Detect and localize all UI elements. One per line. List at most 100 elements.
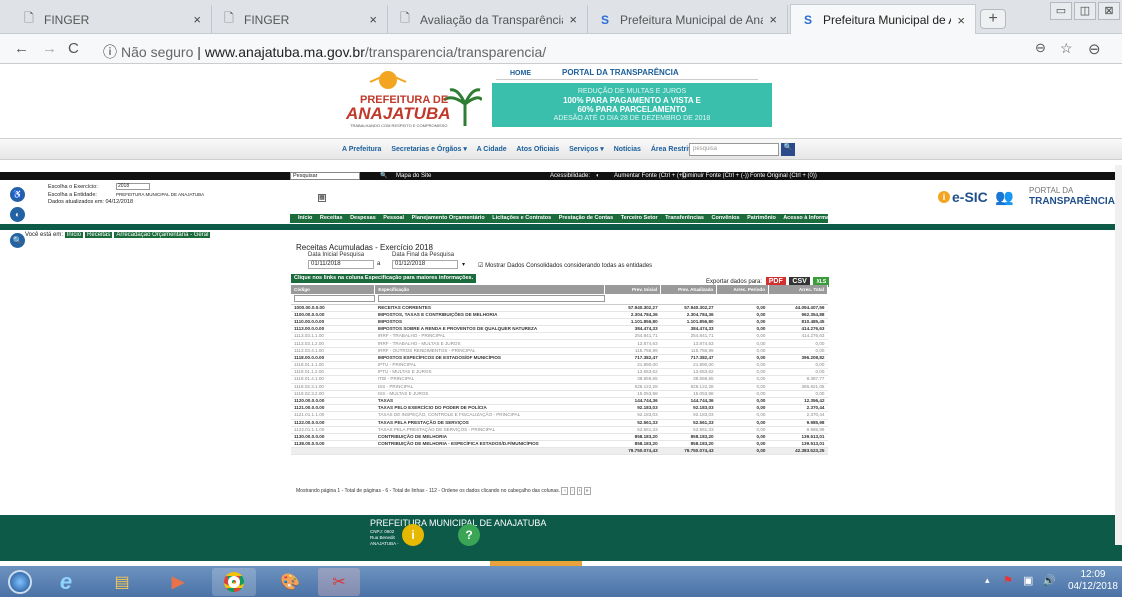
snipping-tool-icon[interactable]: ✂ bbox=[318, 568, 360, 596]
url-field[interactable]: ⓘ Não seguro | www.anajatuba.ma.gov.br/tr… bbox=[103, 42, 546, 62]
chrome-icon[interactable] bbox=[212, 568, 256, 596]
menu-item-prefeitura[interactable]: A Prefeitura bbox=[342, 146, 381, 153]
browser-tab-active[interactable]: SPrefeitura Municipal de Anajatu× bbox=[790, 4, 976, 35]
site-logo[interactable]: PREFEITURA DE ANAJATUBA TRABALHANDO COM … bbox=[340, 68, 484, 134]
cell-especificacao[interactable]: TAXAS PELO EXERCÍCIO DO PODER DE POLÍCIA bbox=[374, 404, 605, 413]
table-row[interactable]: 1122.01.1.1.00 TAXAS PELA PRESTAÇÃO DE SE… bbox=[291, 426, 828, 434]
help-icon[interactable]: ? bbox=[458, 524, 480, 546]
menu-item-atos[interactable]: Atos Oficiais bbox=[516, 146, 559, 153]
internet-explorer-icon[interactable]: e bbox=[44, 568, 88, 596]
paint-icon[interactable]: 🎨 bbox=[268, 568, 312, 596]
promo-banner[interactable]: REDUÇÃO DE MULTAS E JUROS 100% PARA PAGA… bbox=[492, 83, 772, 127]
cell-especificacao[interactable]: RECEITAS CORRENTES bbox=[374, 304, 605, 312]
table-row[interactable]: 1000.00.0.0.00 RECEITAS CORRENTES 57.940.3… bbox=[291, 304, 828, 312]
media-player-icon[interactable]: ▶ bbox=[156, 568, 200, 596]
close-icon[interactable]: × bbox=[769, 12, 777, 27]
contrast-toggle-icon[interactable]: ◐ bbox=[10, 207, 25, 222]
site-map-link[interactable]: Mapa do Site bbox=[396, 172, 431, 180]
cell-especificacao[interactable]: IRRF - TRABALHO - PRINCIPAL bbox=[374, 332, 605, 341]
table-row[interactable]: 1113.03.4.1.00 IRRF - OUTROS RENDIMENTOS … bbox=[291, 347, 828, 355]
date-end-input[interactable]: 01/12/2018 bbox=[392, 260, 458, 269]
info-icon[interactable]: ⓘ bbox=[103, 44, 117, 60]
reload-icon[interactable]: C bbox=[68, 40, 79, 57]
contrast-icon[interactable]: ◐ bbox=[596, 172, 600, 180]
table-row[interactable]: 1113.03.1.2.00 IRRF - TRABALHO - MULTAS E… bbox=[291, 339, 828, 348]
exercise-select[interactable]: 2018 bbox=[116, 183, 150, 190]
menu-item-noticias[interactable]: Notícias bbox=[614, 146, 641, 153]
forward-arrow-icon[interactable]: → bbox=[42, 40, 57, 57]
menu-pessoal[interactable]: Pessoal bbox=[383, 215, 404, 221]
system-clock[interactable]: 12:09 04/12/2018 bbox=[1068, 569, 1118, 593]
page-scrollbar[interactable] bbox=[1115, 165, 1122, 545]
home-link[interactable]: HOME bbox=[510, 70, 531, 77]
breadcrumb-receitas[interactable]: Receitas bbox=[85, 232, 113, 238]
cell-especificacao[interactable]: CONTRIBUIÇÃO DE MELHORIA bbox=[374, 433, 605, 442]
column-header-arrec-periodo[interactable]: Arrec. Período bbox=[716, 285, 769, 294]
column-header-arrec-total[interactable]: Arrec. Total bbox=[768, 285, 828, 294]
menu-item-cidade[interactable]: A Cidade bbox=[477, 146, 507, 153]
menu-planejamento[interactable]: Planejamento Orçamentário bbox=[412, 215, 485, 221]
table-row[interactable]: 1122.00.0.0.00 TAXAS PELA PRESTAÇÃO DE SE… bbox=[291, 419, 828, 427]
table-row[interactable]: 1110.00.0.0.00 IMPOSTOS 1.101.856,80 1.101.… bbox=[291, 318, 828, 327]
grid-icon[interactable]: ▦ bbox=[318, 194, 326, 202]
info-icon[interactable]: i bbox=[402, 524, 424, 546]
cell-especificacao[interactable]: TAXAS DE INSPEÇÃO, CONTROLE E FISCALIZAÇ… bbox=[374, 411, 605, 420]
column-header-prev-atualizada[interactable]: Prev. Atualizada bbox=[660, 285, 718, 294]
browser-tab[interactable]: 🗋Avaliação da Transparência dos× bbox=[388, 5, 588, 34]
menu-receitas[interactable]: Receitas bbox=[320, 215, 343, 221]
close-icon[interactable]: × bbox=[369, 12, 377, 27]
browser-tab[interactable]: 🗋 FINGER × bbox=[12, 5, 212, 34]
pager-last-button[interactable]: » bbox=[583, 487, 591, 495]
menu-terceiro-setor[interactable]: Terceiro Setor bbox=[621, 215, 658, 221]
entity-select[interactable]: PREFEITURA MUNICIPAL DE ANAJATUBA bbox=[116, 192, 204, 197]
file-explorer-icon[interactable]: ▤ bbox=[100, 568, 144, 596]
date-start-input[interactable]: 01/11/2018 bbox=[308, 260, 374, 269]
menu-inicio[interactable]: Início bbox=[298, 215, 312, 221]
close-window-button[interactable]: ⊠ bbox=[1098, 2, 1120, 20]
column-header-especificacao[interactable]: Especificação bbox=[374, 285, 606, 294]
new-tab-button[interactable]: + bbox=[980, 9, 1006, 29]
table-row[interactable]: 1118.02.3.1.00 ISS - PRINCIPAL 628.122,28 6… bbox=[291, 383, 828, 391]
site-search-input[interactable]: pesquisa bbox=[689, 143, 779, 156]
filter-codigo[interactable] bbox=[291, 294, 375, 305]
cell-especificacao[interactable]: IMPOSTOS SOBRE A RENDA E PROVENTOS DE QU… bbox=[374, 325, 605, 334]
table-row[interactable]: 1118.00.0.0.00 IMPOSTOS ESPECÍFICOS DE ES… bbox=[291, 354, 828, 363]
breadcrumb-arrecadacao[interactable]: Arrecadação Orçamentária - Geral bbox=[114, 232, 211, 238]
back-arrow-icon[interactable]: ← bbox=[14, 40, 29, 57]
filter-especificacao[interactable] bbox=[374, 294, 605, 305]
column-header-codigo[interactable]: Código bbox=[291, 285, 376, 294]
pager-prev-button[interactable]: ‹ bbox=[569, 487, 576, 495]
cell-especificacao[interactable]: IMPOSTOS bbox=[374, 318, 605, 327]
table-row[interactable]: 1120.00.0.0.00 TAXAS 144.744,36 144.744,36 0… bbox=[291, 397, 828, 406]
volume-icon[interactable]: 🔊 bbox=[1042, 574, 1056, 587]
consolidated-checkbox[interactable]: ☑ Mostrar Dados Consolidados considerand… bbox=[478, 262, 652, 269]
table-row[interactable]: 1118.02.3.2.00 ISS - MULTAS E JUROS 15.053… bbox=[291, 390, 828, 398]
table-row[interactable]: 1118.01.1.1.00 IPTU - PRINCIPAL 21.890,00 2… bbox=[291, 361, 828, 370]
table-row[interactable]: 1113.00.0.0.00 IMPOSTOS SOBRE A RENDA E P… bbox=[291, 325, 828, 334]
cell-especificacao[interactable]: ISS - PRINCIPAL bbox=[374, 383, 605, 391]
tray-flag-icon[interactable]: ⚑ bbox=[1003, 574, 1013, 587]
font-decrease-link[interactable]: Diminuir Fonte (Ctrl + (-)) bbox=[682, 172, 749, 180]
menu-transferencias[interactable]: Transferências bbox=[665, 215, 704, 221]
pager-next-button[interactable]: › bbox=[576, 487, 583, 495]
zoom-icon[interactable]: ⊖ bbox=[1035, 40, 1046, 56]
menu-item-servicos[interactable]: Serviços ▾ bbox=[569, 146, 604, 153]
profile-icon[interactable]: ⊖ bbox=[1088, 40, 1101, 58]
font-original-link[interactable]: Fonte Original (Ctrl + (0)) bbox=[750, 172, 817, 180]
menu-item-secretarias[interactable]: Secretarias e Órgãos ▾ bbox=[391, 146, 467, 153]
close-icon[interactable]: × bbox=[957, 13, 965, 28]
star-icon[interactable]: ☆ bbox=[1060, 40, 1073, 57]
tray-arrow-icon[interactable]: ▴ bbox=[985, 575, 990, 586]
portal-search-input[interactable]: Pesquisar bbox=[290, 172, 360, 180]
font-increase-link[interactable]: Aumentar Fonte (Ctrl + (+)) bbox=[614, 172, 686, 180]
table-row[interactable]: 1113.03.1.1.00 IRRF - TRABALHO - PRINCIPA… bbox=[291, 332, 828, 341]
maximize-button[interactable]: ◫ bbox=[1074, 2, 1096, 20]
portal-link[interactable]: PORTAL DA TRANSPARÊNCIA bbox=[562, 68, 679, 77]
cell-especificacao[interactable]: IPTU - MULTAS E JUROS bbox=[374, 368, 605, 377]
table-row[interactable]: 1121.00.0.0.00 TAXAS PELO EXERCÍCIO DO PO… bbox=[291, 404, 828, 413]
search-icon[interactable]: 🔍 bbox=[380, 172, 387, 180]
cell-especificacao[interactable]: IPTU - PRINCIPAL bbox=[374, 361, 605, 370]
cell-especificacao[interactable]: ISS - MULTAS E JUROS bbox=[374, 390, 605, 398]
close-icon[interactable]: × bbox=[193, 12, 201, 27]
cell-especificacao[interactable]: IRRF - TRABALHO - MULTAS E JUROS bbox=[374, 339, 605, 348]
